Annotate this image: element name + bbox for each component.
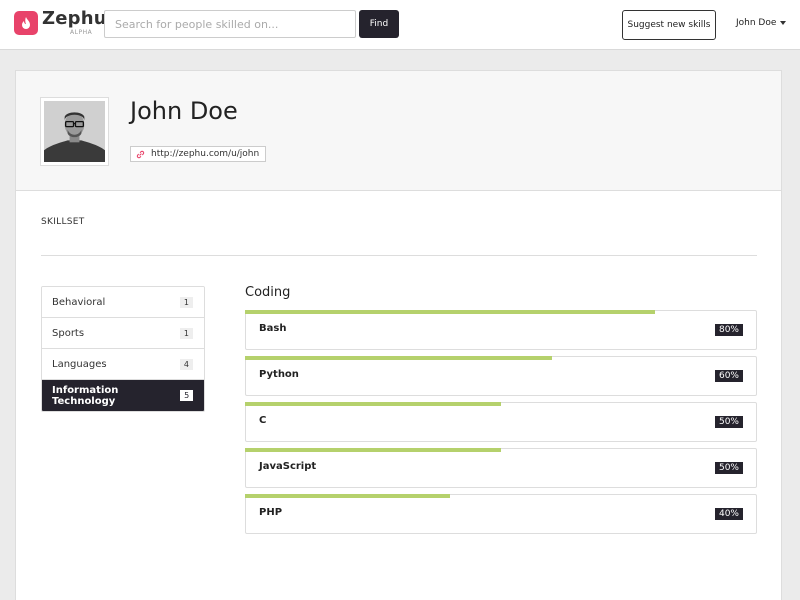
- skill-item[interactable]: PHP 40%: [245, 494, 757, 534]
- category-item-information-technology[interactable]: Information Technology 5: [42, 380, 204, 411]
- profile-name: John Doe: [130, 97, 238, 125]
- skill-name: JavaScript: [259, 461, 317, 472]
- category-label: Languages: [52, 358, 107, 370]
- section-divider: [41, 255, 757, 256]
- category-item-behavioral[interactable]: Behavioral 1: [42, 287, 204, 318]
- skill-level-bar: [245, 494, 450, 498]
- category-label: Behavioral: [52, 296, 106, 308]
- skill-level-bar: [245, 356, 553, 360]
- skill-percent-badge: 80%: [714, 324, 743, 336]
- category-label: Sports: [52, 327, 85, 339]
- link-icon: [136, 150, 145, 158]
- skill-item[interactable]: JavaScript 50%: [245, 448, 757, 488]
- skill-list: Bash 80% Python 60% C 50% JavaScript 50%…: [245, 310, 757, 540]
- skill-level-bar: [245, 448, 501, 452]
- skill-name: PHP: [259, 507, 283, 518]
- skill-level-bar: [245, 310, 655, 314]
- flame-icon[interactable]: [14, 11, 38, 35]
- skill-level-bar: [245, 402, 501, 406]
- top-navbar: Zephu ALPHA Find Suggest new skills John…: [0, 0, 800, 50]
- profile-url-text: http://zephu.com/u/john: [151, 149, 260, 159]
- profile-url-link[interactable]: http://zephu.com/u/john: [130, 146, 267, 162]
- skill-percent-badge: 50%: [714, 416, 743, 428]
- skill-item[interactable]: Bash 80%: [245, 310, 757, 350]
- skill-item[interactable]: C 50%: [245, 402, 757, 442]
- brand-name[interactable]: Zephu: [42, 8, 107, 29]
- category-count: 5: [180, 390, 193, 401]
- profile-header: John Doe http://zephu.com/u/john: [16, 71, 781, 191]
- skill-item[interactable]: Python 60%: [245, 356, 757, 396]
- category-count: 4: [179, 358, 193, 370]
- skill-name: Python: [259, 369, 299, 380]
- category-count: 1: [179, 296, 193, 308]
- category-item-sports[interactable]: Sports 1: [42, 318, 204, 349]
- category-label: Information Technology: [52, 384, 119, 407]
- category-item-languages[interactable]: Languages 4: [42, 349, 204, 380]
- caret-down-icon: [780, 21, 787, 25]
- skill-group-title: Coding: [245, 285, 291, 300]
- skill-name: Bash: [259, 323, 287, 334]
- avatar: [40, 97, 109, 166]
- skill-percent-badge: 40%: [714, 508, 743, 520]
- skill-percent-badge: 60%: [714, 370, 743, 382]
- user-menu[interactable]: John Doe: [736, 18, 787, 28]
- category-list: Behavioral 1 Sports 1 Languages 4 Inform…: [41, 286, 205, 412]
- user-menu-name: John Doe: [736, 18, 777, 28]
- skill-percent-badge: 50%: [714, 462, 743, 474]
- brand-tag: ALPHA: [70, 29, 93, 36]
- category-count: 1: [179, 327, 193, 339]
- find-button[interactable]: Find: [359, 10, 399, 38]
- profile-card: John Doe http://zephu.com/u/john SKILLSE…: [15, 70, 782, 600]
- skillset-title: SKILLSET: [41, 217, 85, 227]
- suggest-skills-button[interactable]: Suggest new skills: [622, 10, 716, 40]
- skill-name: C: [259, 415, 267, 426]
- search-input[interactable]: [104, 10, 356, 38]
